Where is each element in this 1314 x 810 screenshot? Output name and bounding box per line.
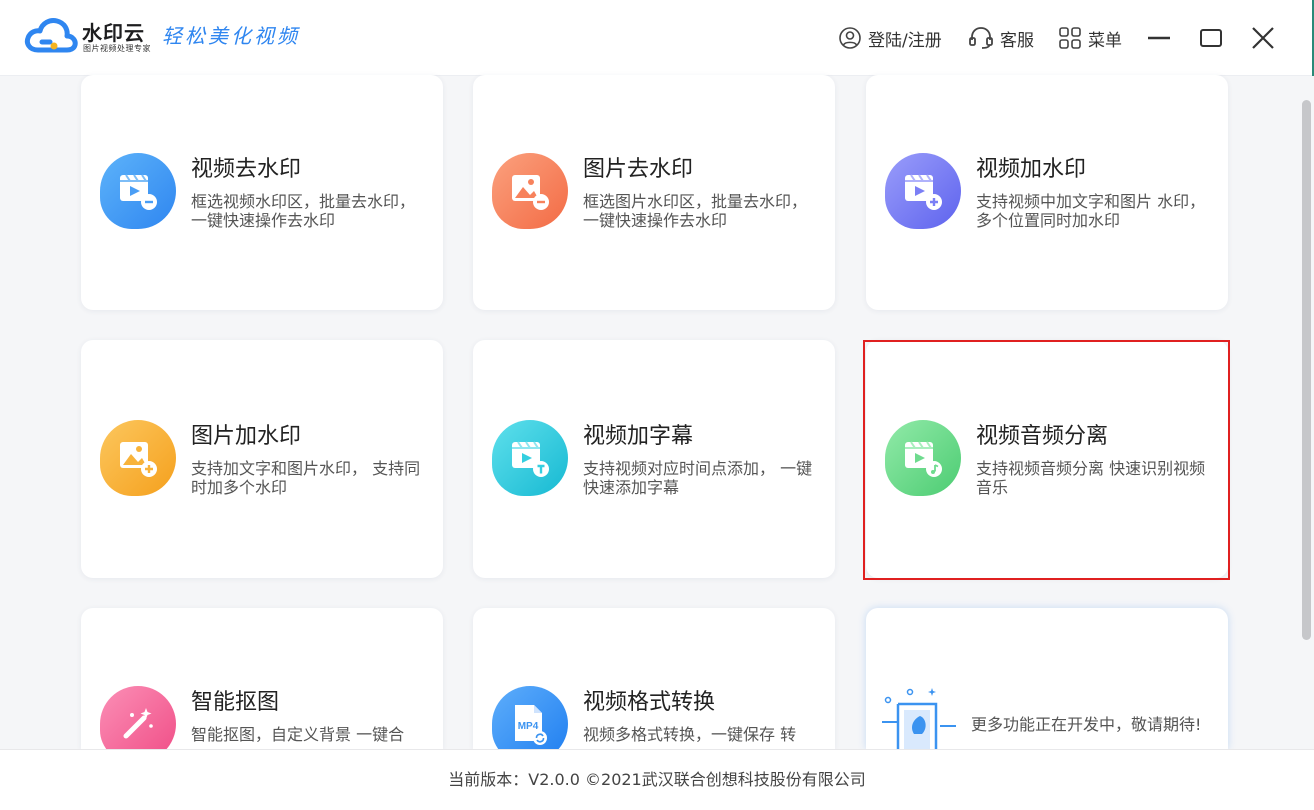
minimize-button[interactable] bbox=[1143, 22, 1175, 54]
minimize-icon bbox=[1148, 36, 1170, 40]
maximize-icon bbox=[1200, 29, 1222, 47]
magic-wand-icon bbox=[100, 686, 176, 749]
close-button[interactable] bbox=[1247, 22, 1279, 54]
card-description: 智能抠图，自定义背景 一键合 bbox=[191, 725, 405, 744]
image-remove-icon bbox=[492, 153, 568, 229]
card-description: 框选视频水印区，批量去水印，一键快速操作去水印 bbox=[191, 192, 416, 230]
card-description: 框选图片水印区，批量去水印，一键快速操作去水印 bbox=[583, 192, 808, 230]
video-remove-icon bbox=[100, 153, 176, 229]
mp4-label: MP4 bbox=[518, 721, 539, 732]
card-description: 支持视频音频分离 快速识别视频音乐 bbox=[976, 459, 1206, 497]
app-brand-subtitle: 图片视频处理专家 bbox=[83, 44, 151, 53]
card-title: 视频格式转换 bbox=[583, 690, 716, 715]
card-image-remove-watermark[interactable]: 图片去水印 框选图片水印区，批量去水印，一键快速操作去水印 bbox=[473, 75, 835, 310]
card-description: 支持视频对应时间点添加， 一键快速添加字幕 bbox=[583, 459, 813, 497]
card-title: 视频音频分离 bbox=[976, 424, 1109, 449]
maximize-button[interactable] bbox=[1195, 22, 1227, 54]
video-add-icon bbox=[885, 153, 961, 229]
card-title: 智能抠图 bbox=[191, 690, 280, 715]
title-bar: 水印云 图片视频处理专家 轻松美化视频 登陆/注册 客服 菜单 bbox=[0, 0, 1314, 76]
cloud-logo-icon bbox=[24, 18, 78, 53]
video-audio-icon bbox=[885, 420, 961, 496]
card-description: 支持加文字和图片水印， 支持同时加多个水印 bbox=[191, 459, 421, 497]
card-video-add-subtitle[interactable]: 视频加字幕 支持视频对应时间点添加， 一键快速添加字幕 bbox=[473, 340, 835, 578]
mp4-file-icon: MP4 bbox=[492, 686, 568, 749]
card-description: 视频多格式转换，一键保存 转 bbox=[583, 725, 797, 744]
card-image-add-watermark[interactable]: 图片加水印 支持加文字和图片水印， 支持同时加多个水印 bbox=[81, 340, 443, 578]
user-icon bbox=[839, 27, 861, 49]
card-title: 视频去水印 bbox=[191, 157, 302, 182]
menu-label: 菜单 bbox=[1088, 30, 1122, 51]
card-title: 图片去水印 bbox=[583, 157, 694, 182]
app-brand: 水印云 bbox=[82, 21, 145, 45]
menu-button[interactable]: 菜单 bbox=[1058, 24, 1122, 52]
customer-service-button[interactable]: 客服 bbox=[968, 24, 1034, 52]
card-video-format-convert[interactable]: MP4 视频格式转换 视频多格式转换，一键保存 转 bbox=[473, 608, 835, 749]
card-title: 视频加字幕 bbox=[583, 424, 694, 449]
card-title: 视频加水印 bbox=[976, 157, 1087, 182]
rocket-illustration-icon bbox=[882, 688, 956, 749]
close-icon bbox=[1252, 27, 1274, 49]
menu-grid-icon bbox=[1059, 27, 1081, 49]
card-video-add-watermark[interactable]: 视频加水印 支持视频中加文字和图片 水印，多个位置同时加水印 bbox=[866, 75, 1228, 310]
app-slogan: 轻松美化视频 bbox=[162, 24, 300, 48]
card-coming-soon: 更多功能正在开发中，敬请期待! bbox=[866, 608, 1228, 749]
customer-service-label: 客服 bbox=[1000, 30, 1034, 51]
login-register-label: 登陆/注册 bbox=[868, 30, 942, 51]
card-description: 支持视频中加文字和图片 水印，多个位置同时加水印 bbox=[976, 192, 1206, 230]
card-smart-cutout[interactable]: 智能抠图 智能抠图，自定义背景 一键合 bbox=[81, 608, 443, 749]
card-title: 图片加水印 bbox=[191, 424, 302, 449]
video-subtitle-icon bbox=[492, 420, 568, 496]
image-add-icon bbox=[100, 420, 176, 496]
vertical-scrollbar[interactable] bbox=[1302, 100, 1311, 640]
card-video-remove-watermark[interactable]: 视频去水印 框选视频水印区，批量去水印，一键快速操作去水印 bbox=[81, 75, 443, 310]
headset-icon bbox=[969, 27, 993, 49]
login-register-button[interactable]: 登陆/注册 bbox=[838, 24, 942, 52]
footer-copyright: 当前版本：V2.0.0 ©2021武汉联合创想科技股份有限公司 bbox=[0, 749, 1314, 810]
coming-soon-text: 更多功能正在开发中，敬请期待! bbox=[971, 715, 1202, 734]
card-video-audio-separation[interactable]: 视频音频分离 支持视频音频分离 快速识别视频音乐 bbox=[866, 340, 1228, 578]
